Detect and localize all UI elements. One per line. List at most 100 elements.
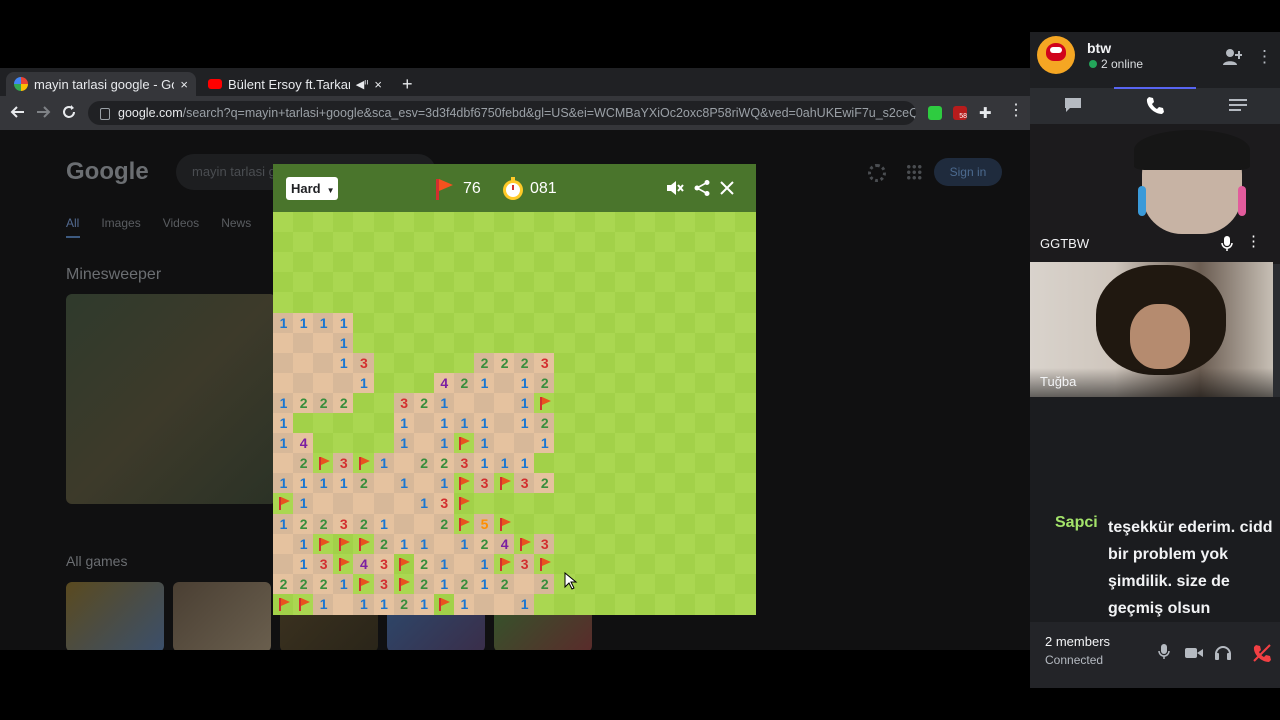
number-cell[interactable]: 1 bbox=[433, 392, 455, 414]
unrevealed-cell[interactable] bbox=[614, 593, 636, 615]
unrevealed-cell[interactable] bbox=[695, 493, 717, 515]
add-friend-icon[interactable] bbox=[1222, 48, 1243, 71]
unrevealed-cell[interactable] bbox=[614, 372, 636, 394]
number-cell[interactable]: 2 bbox=[353, 473, 375, 495]
unrevealed-cell[interactable] bbox=[474, 252, 495, 274]
tab-images[interactable]: Images bbox=[101, 216, 140, 230]
unrevealed-cell[interactable] bbox=[735, 493, 757, 515]
unrevealed-cell[interactable] bbox=[715, 372, 737, 394]
unrevealed-cell[interactable] bbox=[594, 433, 616, 455]
participant-options-icon[interactable]: ⋮ bbox=[1246, 234, 1261, 250]
unrevealed-cell[interactable] bbox=[534, 332, 556, 354]
site-info-icon[interactable] bbox=[100, 107, 110, 120]
unrevealed-cell[interactable] bbox=[614, 573, 636, 595]
unrevealed-cell[interactable] bbox=[675, 573, 696, 595]
unrevealed-cell[interactable] bbox=[654, 232, 676, 254]
flagged-cell[interactable] bbox=[433, 593, 455, 615]
unrevealed-cell[interactable] bbox=[554, 593, 576, 615]
number-cell[interactable]: 2 bbox=[413, 573, 435, 595]
unrevealed-cell[interactable] bbox=[554, 413, 576, 434]
unrevealed-cell[interactable] bbox=[353, 212, 375, 233]
forward-arrow-icon[interactable] bbox=[33, 104, 53, 125]
number-cell[interactable]: 2 bbox=[313, 392, 335, 414]
number-cell[interactable]: 1 bbox=[393, 533, 415, 555]
unrevealed-cell[interactable] bbox=[353, 312, 375, 334]
flagged-cell[interactable] bbox=[313, 533, 335, 555]
unrevealed-cell[interactable] bbox=[574, 232, 596, 254]
empty-cell[interactable] bbox=[494, 433, 516, 455]
number-cell[interactable]: 2 bbox=[494, 352, 516, 374]
unrevealed-cell[interactable] bbox=[634, 332, 656, 354]
unrevealed-cell[interactable] bbox=[373, 413, 395, 434]
unrevealed-cell[interactable] bbox=[715, 473, 737, 495]
unrevealed-cell[interactable] bbox=[554, 312, 576, 334]
unrevealed-cell[interactable] bbox=[654, 352, 676, 374]
unrevealed-cell[interactable] bbox=[735, 593, 757, 615]
unrevealed-cell[interactable] bbox=[413, 232, 435, 254]
number-cell[interactable]: 2 bbox=[293, 573, 315, 595]
number-cell[interactable]: 2 bbox=[313, 513, 335, 535]
unrevealed-cell[interactable] bbox=[675, 493, 696, 515]
unrevealed-cell[interactable] bbox=[634, 272, 656, 294]
unrevealed-cell[interactable] bbox=[654, 573, 676, 595]
unrevealed-cell[interactable] bbox=[695, 473, 717, 495]
number-cell[interactable]: 2 bbox=[293, 513, 315, 535]
unrevealed-cell[interactable] bbox=[735, 513, 757, 535]
unrevealed-cell[interactable] bbox=[453, 232, 475, 254]
number-cell[interactable]: 1 bbox=[514, 392, 536, 414]
unrevealed-cell[interactable] bbox=[373, 332, 395, 354]
empty-cell[interactable] bbox=[313, 352, 335, 374]
minesweeper-preview-image[interactable] bbox=[66, 294, 276, 504]
flagged-cell[interactable] bbox=[313, 453, 335, 475]
unrevealed-cell[interactable] bbox=[494, 232, 516, 254]
number-cell[interactable]: 2 bbox=[413, 453, 435, 475]
unrevealed-cell[interactable] bbox=[574, 453, 596, 475]
unrevealed-cell[interactable] bbox=[313, 232, 335, 254]
unrevealed-cell[interactable] bbox=[433, 232, 455, 254]
number-cell[interactable]: 2 bbox=[273, 573, 294, 595]
unrevealed-cell[interactable] bbox=[393, 372, 415, 394]
unrevealed-cell[interactable] bbox=[675, 292, 696, 314]
unrevealed-cell[interactable] bbox=[474, 232, 495, 254]
number-cell[interactable]: 1 bbox=[293, 533, 315, 555]
unrevealed-cell[interactable] bbox=[634, 593, 656, 615]
unrevealed-cell[interactable] bbox=[453, 352, 475, 374]
unrevealed-cell[interactable] bbox=[654, 473, 676, 495]
number-cell[interactable]: 2 bbox=[534, 573, 556, 595]
unrevealed-cell[interactable] bbox=[574, 372, 596, 394]
unrevealed-cell[interactable] bbox=[654, 533, 676, 555]
unrevealed-cell[interactable] bbox=[614, 473, 636, 495]
unrevealed-cell[interactable] bbox=[474, 312, 495, 334]
unrevealed-cell[interactable] bbox=[554, 292, 576, 314]
unrevealed-cell[interactable] bbox=[453, 292, 475, 314]
headphones-icon[interactable] bbox=[1214, 644, 1232, 665]
unrevealed-cell[interactable] bbox=[735, 252, 757, 274]
camera-icon[interactable] bbox=[1185, 646, 1203, 664]
unrevealed-cell[interactable] bbox=[614, 252, 636, 274]
number-cell[interactable]: 1 bbox=[413, 593, 435, 615]
flagged-cell[interactable] bbox=[333, 533, 355, 555]
empty-cell[interactable] bbox=[494, 593, 516, 615]
empty-cell[interactable] bbox=[494, 372, 516, 394]
flagged-cell[interactable] bbox=[393, 553, 415, 575]
unrevealed-cell[interactable] bbox=[273, 272, 294, 294]
unrevealed-cell[interactable] bbox=[574, 272, 596, 294]
tab-minesweeper[interactable]: mayin tarlasi google - Go × bbox=[6, 72, 196, 96]
unrevealed-cell[interactable] bbox=[715, 232, 737, 254]
empty-cell[interactable] bbox=[353, 493, 375, 515]
unrevealed-cell[interactable] bbox=[554, 453, 576, 475]
number-cell[interactable]: 1 bbox=[373, 593, 395, 615]
unrevealed-cell[interactable] bbox=[413, 352, 435, 374]
empty-cell[interactable] bbox=[333, 593, 355, 615]
number-cell[interactable]: 1 bbox=[313, 473, 335, 495]
number-cell[interactable]: 1 bbox=[433, 473, 455, 495]
unrevealed-cell[interactable] bbox=[715, 433, 737, 455]
unrevealed-cell[interactable] bbox=[675, 553, 696, 575]
unrevealed-cell[interactable] bbox=[654, 553, 676, 575]
unrevealed-cell[interactable] bbox=[614, 553, 636, 575]
unrevealed-cell[interactable] bbox=[735, 573, 757, 595]
flagged-cell[interactable] bbox=[453, 493, 475, 515]
unrevealed-cell[interactable] bbox=[675, 232, 696, 254]
unrevealed-cell[interactable] bbox=[534, 292, 556, 314]
unrevealed-cell[interactable] bbox=[634, 573, 656, 595]
